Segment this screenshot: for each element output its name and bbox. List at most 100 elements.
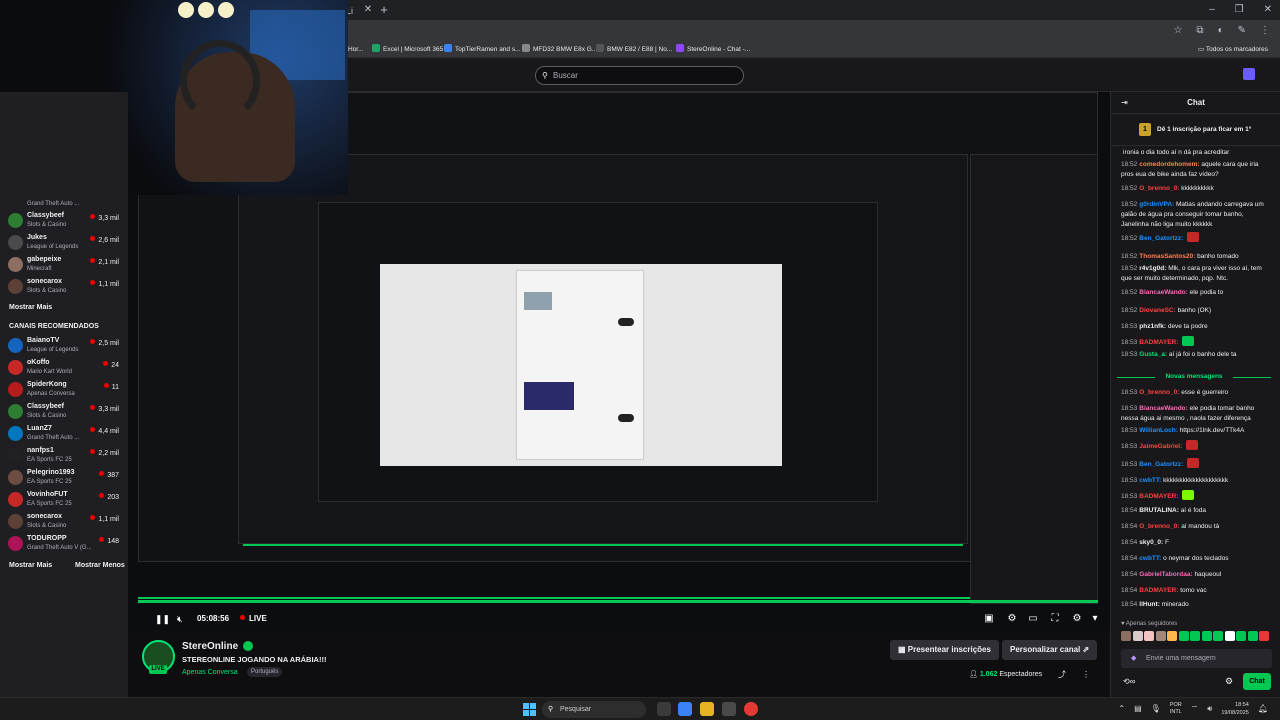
mic-icon[interactable]: 🎙︎ bbox=[1151, 700, 1161, 718]
notifications-icon[interactable]: 🔔︎ bbox=[1258, 700, 1268, 718]
chevron-up-icon[interactable]: ⌃ bbox=[1118, 700, 1125, 718]
bookmark-item[interactable]: Hor... bbox=[348, 44, 364, 56]
chat-send-button[interactable]: Chat bbox=[1243, 673, 1271, 690]
sidebar-channel[interactable]: Classybeef Slots & Casino 3,3 mil bbox=[0, 401, 128, 423]
close-window-icon[interactable]: ✕ bbox=[1264, 2, 1272, 18]
message-username[interactable]: BiancaeWando: bbox=[1139, 289, 1188, 296]
edit-icon[interactable]: ✎ bbox=[1238, 24, 1246, 38]
emote-icon[interactable] bbox=[1144, 631, 1154, 641]
show-more-link[interactable]: Mostrar Mais bbox=[9, 561, 52, 570]
message-username[interactable]: BiancaeWando: bbox=[1139, 405, 1188, 412]
customize-channel-button[interactable]: Personalizar canal ⇗ bbox=[1002, 640, 1098, 660]
message-username[interactable]: O_brenno_0: bbox=[1139, 523, 1179, 530]
video-progress-bar[interactable] bbox=[138, 600, 1098, 603]
emote-icon[interactable] bbox=[1213, 631, 1223, 641]
emote-icon[interactable] bbox=[1132, 631, 1143, 641]
message-username[interactable]: DiovaneSC: bbox=[1139, 307, 1175, 314]
pinned-banner[interactable]: 1 Dê 1 inscrição para ficar em 1º bbox=[1111, 114, 1280, 146]
message-username[interactable]: BADMAYER: bbox=[1139, 493, 1178, 500]
chevron-down-icon[interactable]: ▾ bbox=[1089, 613, 1101, 625]
mute-icon[interactable]: 🔇︎ bbox=[177, 611, 183, 627]
message-username[interactable]: BADMAYER: bbox=[1139, 339, 1178, 346]
gear-icon[interactable]: ⚙ bbox=[1225, 675, 1233, 687]
message-username[interactable]: O_brenno_0: bbox=[1139, 185, 1179, 192]
more-options-icon[interactable]: ⋮ bbox=[1082, 670, 1090, 680]
chat-input[interactable]: ◆ Envie uma mensagem bbox=[1121, 649, 1272, 668]
message-username[interactable]: llHunt: bbox=[1139, 601, 1160, 608]
windows-start-icon[interactable] bbox=[523, 703, 536, 716]
channel-points-icon[interactable]: ⟲∞ bbox=[1123, 676, 1135, 688]
extensions-icon[interactable]: ⧉ bbox=[1196, 24, 1203, 38]
message-username[interactable]: WillianLoch: bbox=[1139, 427, 1178, 434]
emote-icon[interactable] bbox=[1155, 631, 1166, 641]
show-more-link[interactable]: Mostrar Mais bbox=[9, 303, 52, 312]
sidebar-channel[interactable]: Classybeef Slots & Casino 3,3 mil bbox=[0, 210, 128, 232]
task-view-icon[interactable] bbox=[657, 702, 671, 716]
sidebar-channel[interactable]: BaianoTV League of Legends 2,5 mil bbox=[0, 335, 128, 357]
emote-icon[interactable] bbox=[1259, 631, 1269, 641]
sidebar-channel[interactable]: nanfps1 EA Sports FC 25 2,2 mil bbox=[0, 445, 128, 467]
new-tab-icon[interactable]: + bbox=[377, 2, 391, 18]
sidebar-channel[interactable]: LuanZ7 Grand Theft Auto ... 4,4 mil bbox=[0, 423, 128, 445]
bookmark-item[interactable]: TopTierRamen and s... bbox=[444, 44, 521, 56]
file-explorer-icon[interactable] bbox=[700, 702, 714, 716]
message-username[interactable]: GabrielTabordaa: bbox=[1139, 571, 1192, 578]
sidebar-channel[interactable]: sonecarox Slots & Casino 1,1 mil bbox=[0, 276, 128, 298]
gear-icon[interactable]: ⚙ bbox=[1071, 613, 1083, 625]
language-tag[interactable]: Português bbox=[247, 667, 283, 677]
message-username[interactable]: ThomasSantos20: bbox=[1139, 253, 1195, 260]
network-icon[interactable]: ▤ bbox=[1134, 700, 1142, 718]
message-username[interactable]: O_brenno_0: bbox=[1139, 389, 1179, 396]
stream-category[interactable]: Apenas Conversa bbox=[182, 668, 238, 678]
bookmark-item[interactable]: BMW E82 / E88 | No... bbox=[596, 44, 672, 56]
emote-icon[interactable] bbox=[1247, 631, 1258, 641]
message-username[interactable]: Ben_Gatortzz: bbox=[1139, 235, 1183, 242]
fullscreen-icon[interactable]: ⛶ bbox=[1049, 613, 1061, 625]
store-icon[interactable] bbox=[722, 702, 736, 716]
message-username[interactable]: Gusta_a: bbox=[1139, 351, 1167, 358]
profile-icon[interactable]: ◐ bbox=[1218, 24, 1224, 38]
message-username[interactable]: g0rdinVPA: bbox=[1139, 201, 1174, 208]
sidebar-channel[interactable]: VovinhoFUT EA Sports FC 25 203 bbox=[0, 489, 128, 511]
copilot-icon[interactable] bbox=[678, 702, 692, 716]
message-username[interactable]: BADMAYER: bbox=[1139, 587, 1178, 594]
maximize-icon[interactable]: ❐ bbox=[1235, 2, 1244, 18]
theatre-mode-icon[interactable]: ▭ bbox=[1027, 613, 1039, 625]
bookmark-item[interactable]: MFD32 BMW E8x G... bbox=[522, 44, 597, 56]
show-less-link[interactable]: Mostrar Menos bbox=[75, 561, 125, 570]
sidebar-channel[interactable]: TODUROPP Grand Theft Auto V (G... 148 bbox=[0, 533, 128, 555]
sidebar-channel[interactable]: Pelegrino1993 EA Sports FC 25 387 bbox=[0, 467, 128, 489]
chrome-icon[interactable] bbox=[744, 702, 758, 716]
bookmark-item[interactable]: Excel | Microsoft 365 bbox=[372, 44, 443, 56]
sidebar-channel[interactable]: Jukes League of Legends 2,6 mil bbox=[0, 232, 128, 254]
menu-icon[interactable]: ⋮ bbox=[1260, 24, 1270, 38]
message-username[interactable]: r4v1g0d: bbox=[1139, 265, 1166, 272]
message-username[interactable]: JaimeGabriel: bbox=[1139, 443, 1182, 450]
search-input[interactable]: ⚲ Buscar bbox=[535, 66, 744, 85]
user-avatar[interactable] bbox=[1243, 68, 1255, 80]
emote-icon[interactable] bbox=[1224, 631, 1235, 641]
pause-icon[interactable]: ❚❚ bbox=[155, 611, 170, 627]
clock[interactable]: 18:54 19/08/2025 bbox=[1221, 701, 1249, 717]
share-icon[interactable]: ⤴ bbox=[1058, 670, 1066, 680]
settings-icon[interactable]: ⚙ bbox=[1006, 613, 1018, 625]
message-username[interactable]: cwbTT: bbox=[1139, 555, 1161, 562]
emote-icon[interactable] bbox=[1236, 631, 1246, 641]
streamer-name[interactable]: StereOnline bbox=[182, 640, 238, 653]
message-username[interactable]: BRUTALINA: bbox=[1139, 507, 1179, 514]
emote-icon[interactable] bbox=[1201, 631, 1212, 641]
sidebar-channel[interactable]: oKoffo Mario Kart World 24 bbox=[0, 357, 128, 379]
emote-icon[interactable] bbox=[1121, 631, 1131, 641]
emote-icon[interactable] bbox=[1178, 631, 1189, 641]
clip-icon[interactable]: ▣ bbox=[983, 613, 995, 625]
emote-icon[interactable] bbox=[1167, 631, 1177, 641]
volume-icon[interactable]: 🔊︎ bbox=[1207, 700, 1212, 718]
bookmark-item[interactable]: StereOnline - Chat -... bbox=[676, 44, 750, 56]
minimize-icon[interactable]: – bbox=[1209, 2, 1215, 18]
message-username[interactable]: comedordehomem: bbox=[1139, 161, 1199, 168]
star-icon[interactable]: ☆ bbox=[1173, 24, 1182, 38]
close-icon[interactable]: ✕ bbox=[362, 3, 374, 17]
message-username[interactable]: sky0_0: bbox=[1139, 539, 1163, 546]
sidebar-channel[interactable]: sonecarox Slots & Casino 1,1 mil bbox=[0, 511, 128, 533]
sidebar-channel[interactable]: SpiderKong Apenas Conversa 11 bbox=[0, 379, 128, 401]
